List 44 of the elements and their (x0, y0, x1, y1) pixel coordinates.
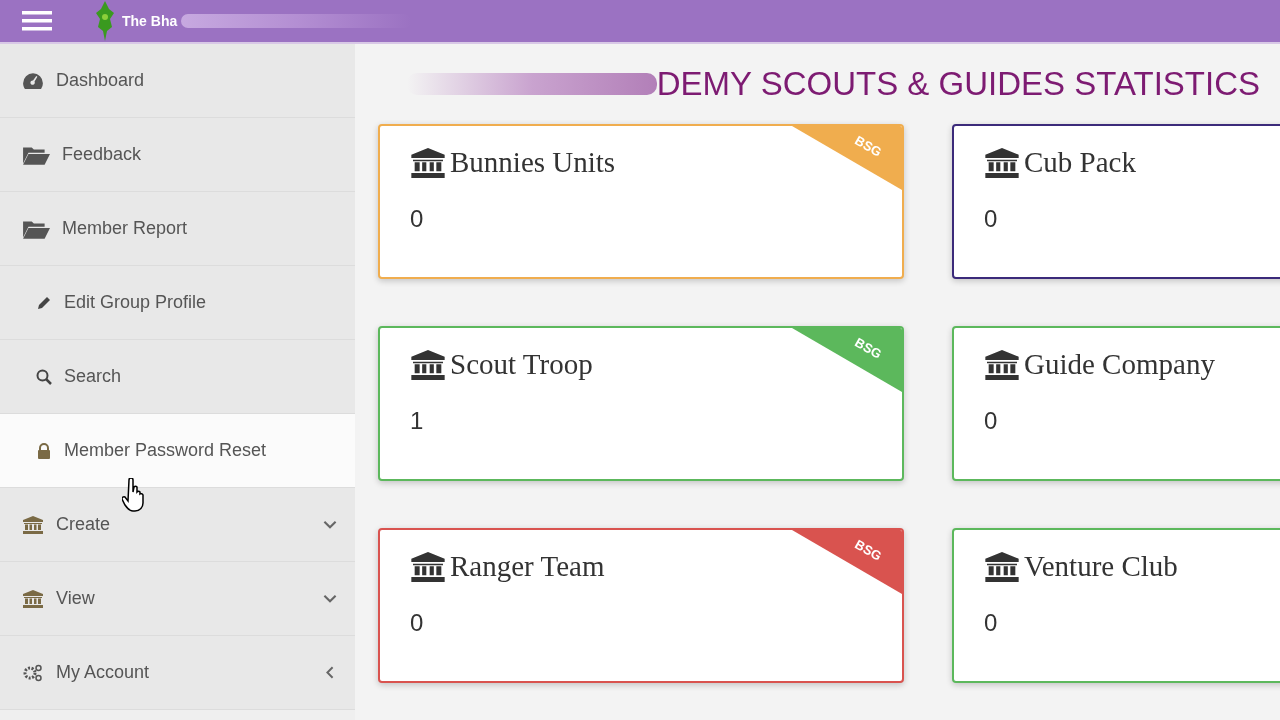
site-title: The Bha (122, 13, 178, 29)
card-title: Bunnies Units (450, 146, 616, 179)
card-value: 1 (410, 407, 424, 435)
sidebar-item[interactable]: Create (0, 488, 355, 562)
card-title: Scout Troop (450, 348, 593, 381)
card-value: 0 (984, 407, 998, 435)
bank-icon (984, 551, 1020, 582)
bank-icon (410, 147, 446, 178)
sidebar-item[interactable]: Member Password Reset (0, 414, 355, 488)
card-value: 0 (984, 205, 998, 233)
gears-icon (22, 663, 44, 682)
search-icon (36, 368, 52, 385)
sidebar-item[interactable]: Search (0, 340, 355, 414)
card-title: Ranger Team (450, 550, 605, 583)
sidebar-item[interactable]: Edit Group Profile (0, 266, 355, 340)
pencil-icon (36, 294, 52, 311)
sidebar-item[interactable]: View (0, 562, 355, 636)
menu-icon[interactable] (22, 11, 52, 31)
chevron-left-icon (326, 666, 334, 679)
chevron-down-icon (323, 520, 337, 529)
card-value: 0 (410, 205, 424, 233)
bank-icon (22, 515, 44, 534)
card-title: Guide Company (1024, 348, 1215, 381)
bank-icon (22, 589, 44, 608)
sidebar-item[interactable]: Feedback (0, 118, 355, 192)
bank-icon (984, 147, 1020, 178)
dashboard-icon (22, 71, 44, 90)
page-title: DEMY SCOUTS & GUIDES STATISTICS (656, 65, 1260, 103)
card-value: 0 (410, 609, 424, 637)
sidebar-item[interactable]: My Account (0, 636, 355, 710)
card-value: 0 (984, 609, 998, 637)
sidebar-item[interactable]: Dashboard (0, 44, 355, 118)
bank-icon (410, 349, 446, 380)
bank-icon (984, 349, 1020, 380)
corner-ribbon: BSG (792, 126, 902, 190)
card-title: Cub Pack (1024, 146, 1136, 179)
lock-icon (36, 442, 52, 459)
corner-ribbon: BSG (792, 328, 902, 392)
card-title: Venture Club (1024, 550, 1178, 583)
bank-icon (410, 551, 446, 582)
hand-cursor-icon (122, 478, 146, 512)
sidebar-item[interactable]: Member Report (0, 192, 355, 266)
chevron-down-icon (323, 594, 337, 603)
corner-ribbon: BSG (792, 530, 902, 594)
